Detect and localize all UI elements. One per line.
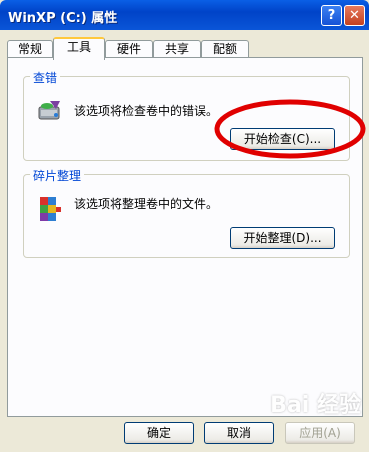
defrag-title: 碎片整理 [30,167,85,184]
window-title: WinXP (C:) 属性 [8,11,118,26]
defrag-description: 该选项将整理卷中的文件。 [74,197,219,211]
tab-sharing[interactable]: 共享 [153,40,201,58]
close-button[interactable]: ✕ [344,5,365,26]
tab-general[interactable]: 常规 [7,40,53,58]
tools-panel: 查错 该选项将检查卷中的错误。 开始检查(C)... 碎片整理 该选项将整理卷中… [7,57,363,417]
help-button[interactable]: ? [321,5,342,26]
start-check-button[interactable]: 开始检查(C)... [230,128,335,150]
title-bar[interactable]: WinXP (C:) 属性 ? ✕ [0,0,369,30]
error-check-title: 查错 [30,69,61,86]
tab-tools[interactable]: 工具 [53,37,105,60]
start-defrag-button[interactable]: 开始整理(D)... [230,227,335,249]
error-check-group: 查错 该选项将检查卷中的错误。 开始检查(C)... [23,69,350,161]
error-check-description: 该选项将检查卷中的错误。 [74,104,219,118]
cancel-button[interactable]: 取消 [204,422,274,444]
watermark: Bai 经验 [270,393,361,418]
tab-quota[interactable]: 配额 [201,40,249,58]
disk-check-icon [38,101,60,120]
defrag-group: 碎片整理 该选项将整理卷中的文件。 开始整理(D)... [23,167,350,258]
defrag-icon [40,197,61,221]
tab-hardware[interactable]: 硬件 [105,40,153,58]
apply-button[interactable]: 应用(A) [285,422,355,444]
ok-button[interactable]: 确定 [124,422,194,444]
